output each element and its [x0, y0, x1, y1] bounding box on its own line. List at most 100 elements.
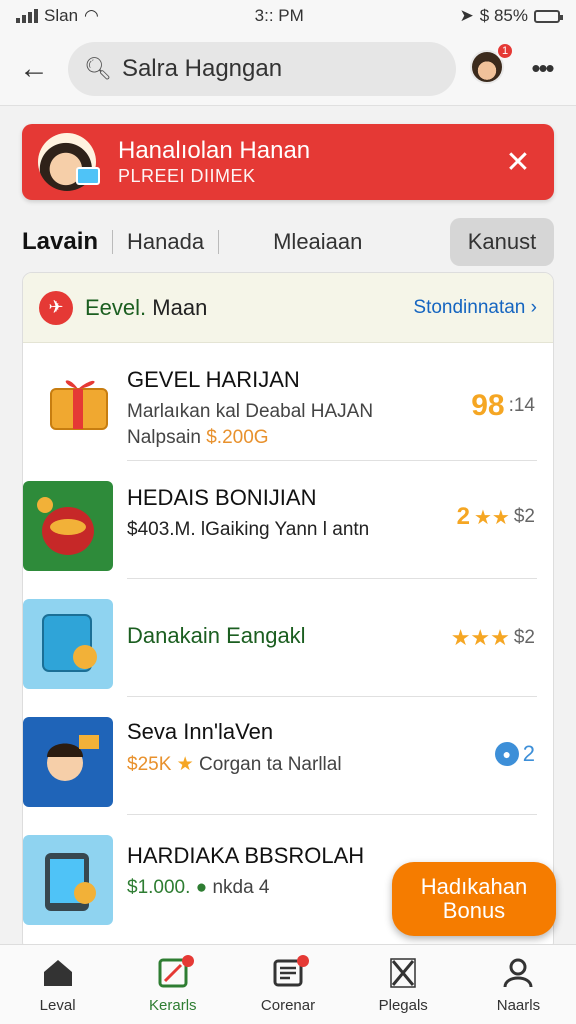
list-header-title: Eevel. Maan: [85, 295, 413, 321]
person-icon: [503, 958, 533, 988]
banner-title: Hanalıolan Hanan: [118, 137, 311, 164]
rating-value: 2: [456, 503, 470, 530]
close-icon[interactable]: ✕: [498, 145, 538, 180]
wifi-icon: ◠: [84, 6, 99, 25]
star-rating-icon: ★★★: [450, 625, 510, 650]
tab-kanust[interactable]: Kanust: [450, 218, 554, 266]
tab-divider: [218, 230, 220, 254]
reward-list-card: ✈ Eevel. Maan Stondinnatan › GEVEL HARIJ…: [22, 272, 554, 952]
character-reward-icon: [23, 717, 113, 807]
nav-label: Leval: [39, 997, 76, 1014]
banner-subtitle: PLREEI DIIMEK: [118, 166, 256, 186]
search-bar[interactable]: 🔍︎: [68, 41, 456, 96]
notification-badge: 1: [496, 41, 514, 60]
list-item-rating: 2 ★★ $2: [457, 503, 535, 531]
nav-label: Kerarls: [149, 997, 197, 1014]
search-icon: 🔍︎: [84, 55, 112, 81]
list-item-subtitle: $403.M. lGaiking Yann l antn: [127, 519, 370, 540]
tab-hanada[interactable]: Hanada: [113, 218, 218, 266]
app-header: ← 🔍︎ 1 •••: [0, 32, 576, 106]
list-item-subtitle-text: nkda 4: [212, 877, 270, 898]
tablet-reward-icon: [23, 835, 113, 925]
bonus-button[interactable]: Hadıkahan Bonus: [392, 862, 556, 936]
battery-label: $ 85%: [479, 6, 528, 25]
list-header-title-rest: Maan: [146, 294, 208, 320]
list-item-body: HEDAIS BONIJIAN $403.M. lGaiking Yann l …: [127, 485, 369, 541]
score-sub: :14: [508, 395, 535, 416]
nav-item-home[interactable]: Leval: [0, 945, 115, 1024]
list-header-title-colored: Eevel.: [85, 294, 147, 320]
list-item-body: HARDIAKA BBSROLAH $1.000. ● nkda 4: [127, 843, 364, 899]
search-input[interactable]: [121, 54, 440, 83]
status-left: Slan ◠: [16, 6, 99, 26]
list-item-title: GEVEL HARIJAN: [127, 367, 300, 392]
back-button[interactable]: ←: [14, 52, 54, 86]
count-value: 2: [522, 741, 535, 766]
list-item-score: 98 :14: [471, 389, 535, 423]
bottom-navigation: Leval Kerarls Corenar Plegals Naarls: [0, 944, 576, 1024]
banner-avatar: [38, 133, 100, 191]
price-prefix: Nalpsain: [127, 427, 207, 448]
carrier-label: Slan: [44, 6, 79, 25]
battery-icon: [533, 9, 563, 23]
score-value: 98: [471, 389, 505, 422]
status-bar: Slan ◠ 3:: PM ➤ $ 85%: [0, 0, 576, 32]
nav-label: Corenar: [260, 997, 316, 1014]
phone-reward-icon: [23, 599, 113, 689]
list-header: ✈ Eevel. Maan Stondinnatan ›: [23, 273, 553, 343]
profile-avatar-button[interactable]: 1: [470, 41, 514, 88]
see-all-label: Stondinnatan: [413, 296, 526, 318]
list-item-subtitle: Marlaıkan kal Deabal HAJAN: [127, 401, 374, 422]
list-item-body: GEVEL HARIJAN Marlaıkan kal Deabal HAJAN…: [127, 367, 373, 449]
list-item-subtitle: $25K ★ Corgan ta Narllal: [127, 753, 342, 776]
list-item[interactable]: Danakain Eangakl ★★★ $2: [23, 579, 553, 697]
nav-badge: [297, 955, 310, 967]
list-item[interactable]: HEDAIS BONIJIAN $403.M. lGaiking Yann l …: [23, 461, 553, 579]
banner-text: Hanalıolan Hanan PLREEI DIIMEK: [118, 137, 498, 187]
more-options-icon[interactable]: •••: [522, 53, 562, 84]
list-item-title: Seva Inn'laVen: [127, 719, 274, 744]
nav-item-orders[interactable]: Corenar: [230, 945, 345, 1024]
list-item-title: HARDIAKA BBSROLAH: [127, 843, 365, 868]
signal-icon: [16, 9, 38, 23]
user-icon: ●: [494, 742, 519, 766]
price-value: $25K: [127, 754, 172, 775]
nav-item-plegals[interactable]: Plegals: [346, 945, 461, 1024]
star-icon: ★: [176, 754, 194, 775]
location-icon: ➤: [459, 6, 474, 25]
reward-bag-icon: [23, 481, 113, 571]
tab-lavain[interactable]: Lavain: [22, 218, 112, 266]
nav-label: Naarls: [496, 997, 541, 1014]
promo-banner[interactable]: Hanalıolan Hanan PLREEI DIIMEK ✕: [22, 124, 554, 200]
gift-box-icon: [37, 359, 127, 449]
see-all-link[interactable]: Stondinnatan ›: [413, 297, 537, 319]
list-item-count: ● 2: [494, 741, 535, 767]
star-rating-icon: ★★: [474, 506, 510, 529]
list-item[interactable]: Seva Inn'laVen $25K ★ Corgan ta Narllal …: [23, 697, 553, 815]
list-item-rating: ★★★ $2: [451, 625, 535, 651]
list-item-subtitle-text: Corgan ta Narllal: [198, 754, 342, 775]
rocket-icon: ✈: [39, 290, 73, 325]
tools-icon: [390, 958, 416, 988]
price-value: $.200G: [206, 427, 269, 448]
bonus-button-line1: Hadıkahan: [420, 874, 528, 899]
list-item-title: Danakain Eangakl: [127, 623, 306, 648]
nav-badge: [182, 955, 195, 967]
list-item[interactable]: GEVEL HARIJAN Marlaıkan kal Deabal HAJAN…: [23, 343, 553, 461]
list-item-price-line: Nalpsain $.200G: [127, 427, 373, 449]
list-item-subtitle: $1.000. ● nkda 4: [127, 877, 364, 899]
status-right: ➤ $ 85%: [459, 6, 563, 26]
tab-bar: Lavain Hanada Mleaiaan Kanust: [22, 218, 554, 266]
list-item-body: Danakain Eangakl: [127, 623, 306, 649]
tab-mleaiaan[interactable]: Mleaiaan: [259, 218, 376, 266]
nav-item-rewards[interactable]: Kerarls: [115, 945, 230, 1024]
leaf-icon: ●: [195, 877, 208, 898]
nav-label: Plegals: [378, 997, 428, 1014]
price-value: $1.000.: [127, 877, 191, 898]
rating-sub: $2: [513, 506, 535, 527]
bonus-button-line2: Bonus: [442, 898, 506, 923]
nav-item-profile[interactable]: Naarls: [461, 945, 576, 1024]
home-icon: [43, 960, 72, 986]
list-item-body: Seva Inn'laVen $25K ★ Corgan ta Narllal: [127, 719, 342, 776]
list-item-title: HEDAIS BONIJIAN: [127, 485, 317, 510]
